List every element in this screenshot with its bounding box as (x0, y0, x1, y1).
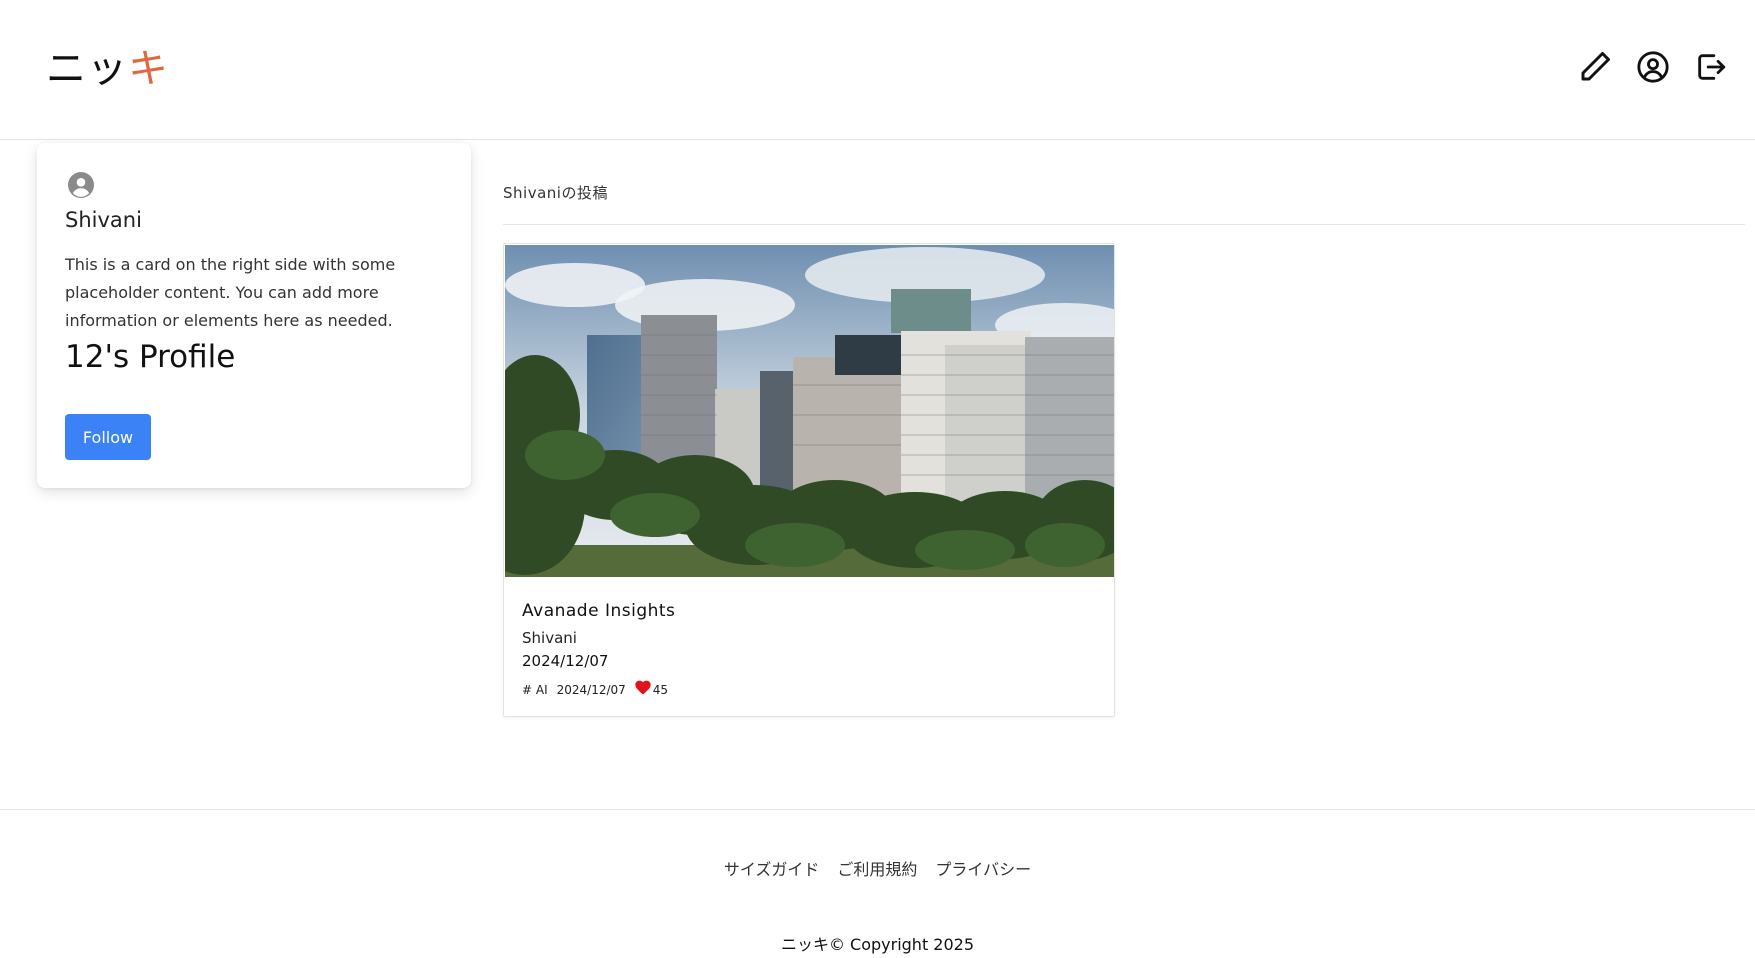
profile-description: This is a card on the right side with so… (65, 255, 396, 330)
like-count: 45 (652, 683, 669, 697)
logout-icon[interactable] (1693, 49, 1729, 85)
post-date: 2024/12/07 (522, 652, 609, 670)
post-author: Shivani (522, 629, 577, 647)
footer-link-terms[interactable]: ご利用規約 (837, 858, 917, 882)
follow-button[interactable]: Follow (65, 414, 151, 460)
footer-link-size-guide[interactable]: サイズガイド (724, 858, 820, 882)
post-meta: # AI 2024/12/07 45 (522, 680, 668, 700)
heart-icon[interactable] (635, 680, 651, 700)
profile-title: 12's Profile (65, 339, 236, 375)
user-circle-icon[interactable] (1635, 49, 1671, 85)
logo-main-text: ニッ (46, 46, 128, 92)
site-header: ニッキ (0, 0, 1755, 140)
avatar-icon (68, 172, 94, 198)
logo-accent-text: キ (128, 46, 169, 92)
like-counter[interactable]: 45 (635, 680, 668, 700)
footer-links: サイズガイド ご利用規約 プライバシー (0, 858, 1755, 882)
divider (503, 224, 1745, 225)
post-title[interactable]: Avanade Insights (522, 599, 675, 623)
post-meta-date: 2024/12/07 (556, 683, 626, 697)
footer-link-privacy[interactable]: プライバシー (935, 858, 1031, 882)
post-thumbnail-image[interactable] (505, 245, 1114, 577)
profile-name: Shivani (65, 208, 142, 232)
post-card[interactable]: Avanade Insights Shivani 2024/12/07 # AI… (503, 243, 1115, 717)
post-tag[interactable]: # AI (522, 681, 548, 699)
profile-card: Shivani This is a card on the right side… (37, 143, 471, 488)
posts-heading: Shivaniの投稿 (503, 184, 608, 202)
pencil-icon[interactable] (1577, 49, 1613, 85)
header-actions (1577, 49, 1729, 85)
copyright-text: ニッキ© Copyright 2025 (780, 935, 975, 954)
site-logo[interactable]: ニッキ (46, 42, 169, 96)
site-footer: サイズガイド ご利用規約 プライバシー ニッキ© Copyright 2025 (0, 809, 1755, 958)
